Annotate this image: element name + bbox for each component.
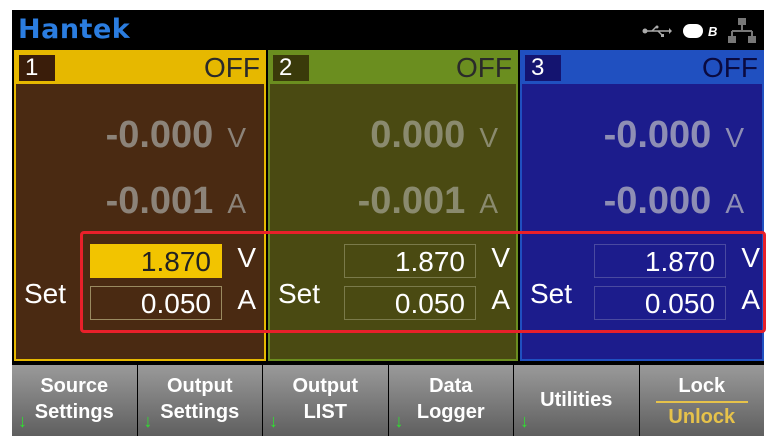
lock-unlock-softkey[interactable]: Lock Unlock — [639, 365, 764, 436]
channel-2-output-state: OFF — [456, 52, 512, 83]
toggle-b-icon: B — [682, 22, 718, 40]
channel-1-output-state: OFF — [204, 52, 260, 83]
submenu-arrow-icon: ↓ — [520, 411, 529, 431]
softkey-bar: Source Settings ↓ Output Settings ↓ Output… — [12, 365, 764, 436]
channel-2-number: 2 — [273, 55, 309, 81]
channel-1-number: 1 — [19, 55, 55, 81]
channel-3-measured-voltage: -0.000 V — [603, 114, 744, 156]
channel-3-header: 3 OFF — [522, 52, 762, 84]
toggle-label: B — [708, 24, 717, 39]
submenu-arrow-icon: ↓ — [269, 411, 278, 431]
lock-divider — [655, 401, 748, 403]
top-status-bar: Hantek B — [12, 10, 764, 50]
channel-3-measured-current: -0.000 A — [603, 180, 744, 222]
brand-logo: Hantek — [18, 14, 131, 45]
channel-1-set-label: Set — [24, 278, 67, 309]
channel-2-header: 2 OFF — [270, 52, 516, 84]
channel-3-number: 3 — [525, 55, 561, 81]
source-settings-softkey[interactable]: Source Settings ↓ — [12, 365, 138, 436]
submenu-arrow-icon: ↓ — [394, 411, 404, 431]
channel-3-output-state: OFF — [702, 52, 758, 83]
instrument-screen: Hantek B 1 OFF -0.000 V -0.001 A Set 1.870… — [12, 10, 764, 436]
channel-1-header: 1 OFF — [16, 52, 264, 84]
status-icons: B — [642, 18, 756, 44]
network-icon — [728, 18, 756, 44]
submenu-arrow-icon: ↓ — [18, 411, 27, 431]
set-values-highlight-box — [80, 231, 766, 333]
output-list-softkey[interactable]: Output LIST ↓ — [263, 365, 389, 436]
channel-1-measured-current: -0.001 A — [105, 180, 246, 222]
channel-1-measured-voltage: -0.000 V — [105, 114, 246, 156]
lock-label: Lock — [678, 375, 726, 397]
data-logger-softkey[interactable]: Data Logger ↓ — [388, 365, 514, 436]
channel-2-measured-voltage: 0.000 V — [370, 114, 498, 156]
utilities-softkey[interactable]: Utilities ↓ — [514, 365, 640, 436]
submenu-arrow-icon: ↓ — [143, 411, 153, 431]
usb-icon — [642, 25, 672, 37]
channel-2-measured-current: -0.001 A — [357, 180, 498, 222]
output-settings-softkey[interactable]: Output Settings ↓ — [137, 365, 263, 436]
unlock-label: Unlock — [668, 406, 736, 428]
